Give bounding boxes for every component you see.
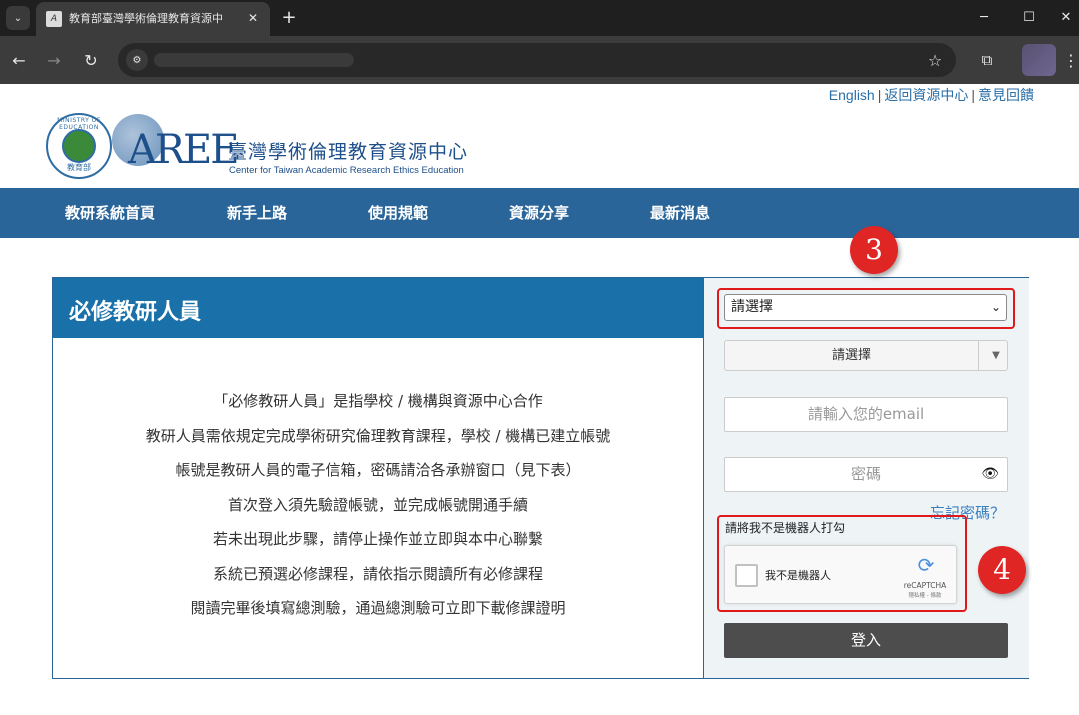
- link-feedback[interactable]: 意見回饋: [978, 87, 1034, 103]
- tab-title: 教育部臺灣學術倫理教育資源中: [69, 12, 223, 25]
- url-text-redacted: [154, 53, 354, 67]
- description-line: 若未出現此步驟，請停止操作並立即與本中心聯繫: [212, 530, 543, 548]
- extensions-icon[interactable]: ⧉: [975, 48, 999, 72]
- link-separator: |: [877, 87, 882, 103]
- annotation-badge-3: 3: [850, 226, 898, 274]
- ministry-seal-logo: MINISTRY OF EDUCATION 教育部: [46, 113, 112, 179]
- description-line: 教研人員需依規定完成學術研究倫理教育課程，學校 / 機構已建立帳號: [145, 426, 611, 445]
- eye-icon[interactable]: 👁: [981, 458, 999, 491]
- login-button[interactable]: 登入: [724, 623, 1008, 658]
- browser-tab[interactable]: A 教育部臺灣學術倫理教育資源中 ✕: [36, 2, 270, 36]
- description-line: 帳號是教研人員的電子信箱，密碼請洽各承辦窗口（見下表）: [175, 461, 581, 479]
- nav-item-resources[interactable]: 資源分享: [509, 188, 569, 238]
- recaptcha-logo-icon: ⟳: [917, 553, 935, 577]
- annotation-badge-4: 4: [978, 546, 1026, 594]
- page: English | 返回資源中心 | 意見回饋 MINISTRY OF EDUCATIO…: [0, 84, 1079, 715]
- aree-logo-text: AREE: [128, 127, 239, 173]
- description-line: 系統已預選必修課程，請依指示閱讀所有必修課程: [212, 564, 543, 583]
- browser-toolbar: ← → ↻ ⚙ ☆ ⧉ ⋮: [0, 36, 1079, 84]
- top-links: English | 返回資源中心 | 意見回饋: [829, 85, 1034, 105]
- bookmark-star-icon[interactable]: ☆: [924, 49, 946, 71]
- link-back-to-center[interactable]: 返回資源中心: [884, 87, 968, 103]
- browser-tab-bar: ⌄ A 教育部臺灣學術倫理教育資源中 ✕ + ─ ☐ ✕: [0, 0, 1079, 36]
- description-line: 「必修教研人員」是指學校 / 機構與資源中心合作: [213, 392, 543, 410]
- tab-list-button[interactable]: ⌄: [6, 6, 30, 30]
- nav-item-getting-started[interactable]: 新手上路: [227, 188, 287, 238]
- main-nav: 教研系統首頁 新手上路 使用規範 資源分享 最新消息: [0, 188, 1079, 238]
- aree-logo[interactable]: AREE: [112, 114, 239, 178]
- description-line: 閱讀完畢後填寫總測驗，通過總測驗可立即下載修課證明: [190, 599, 566, 617]
- recaptcha-prompt: 請將我不是機器人打勾: [725, 521, 846, 535]
- highlight-box-3: [717, 288, 1015, 329]
- maximize-button[interactable]: ☐: [1017, 6, 1041, 28]
- link-english[interactable]: English: [829, 87, 875, 103]
- secondary-select[interactable]: 請選擇 ▼: [724, 340, 1008, 371]
- seal-emblem: [62, 129, 96, 163]
- login-form: 請選擇 ⌄ 請選擇 ▼ 請輸入您的email 密碼 👁 忘記密碼？ 請將我不是機…: [703, 278, 1029, 678]
- site-favicon-icon: A: [46, 11, 62, 27]
- site-subtitle: Center for Taiwan Academic Research Ethi…: [229, 165, 464, 176]
- caret-down-icon: ▼: [992, 350, 1000, 361]
- back-button[interactable]: ←: [7, 48, 31, 72]
- panel-title: 必修教研人員: [69, 300, 202, 325]
- minimize-button[interactable]: ─: [972, 6, 996, 28]
- recaptcha-label: 我不是機器人: [765, 569, 831, 582]
- tab-close-icon[interactable]: ✕: [244, 9, 262, 27]
- new-tab-button[interactable]: +: [278, 6, 300, 28]
- panel-description: 「必修教研人員」是指學校 / 機構與資源中心合作 教研人員需依規定完成學術研究倫…: [53, 384, 703, 626]
- recaptcha-widget: 我不是機器人 ⟳ reCAPTCHA 隱私權 - 條款: [724, 545, 957, 604]
- email-field[interactable]: 請輸入您的email: [724, 397, 1008, 432]
- recaptcha-checkbox[interactable]: [735, 564, 758, 587]
- nav-item-news[interactable]: 最新消息: [650, 188, 710, 238]
- nav-item-usage-rules[interactable]: 使用規範: [368, 188, 428, 238]
- seal-text: 教育部: [67, 163, 91, 172]
- address-bar[interactable]: ⚙ ☆: [118, 43, 956, 77]
- site-info-icon[interactable]: ⚙: [126, 49, 148, 71]
- secondary-select-value: 請選擇: [725, 341, 979, 370]
- login-panel: 必修教研人員 「必修教研人員」是指學校 / 機構與資源中心合作 教研人員需依規定…: [52, 277, 1029, 679]
- description-line: 首次登入須先驗證帳號，並完成帳號開通手續: [227, 495, 528, 514]
- recaptcha-brand: reCAPTCHA: [903, 581, 947, 590]
- password-field[interactable]: 密碼 👁: [724, 457, 1008, 492]
- link-separator: |: [971, 87, 975, 103]
- forward-button[interactable]: →: [42, 48, 66, 72]
- reload-button[interactable]: ↻: [79, 48, 103, 72]
- site-title: 臺灣學術倫理教育資源中心: [228, 141, 469, 163]
- window-close-button[interactable]: ✕: [1054, 6, 1078, 28]
- browser-menu-icon[interactable]: ⋮: [1063, 48, 1079, 72]
- password-placeholder: 密碼: [850, 465, 881, 483]
- panel-header: 必修教研人員: [53, 278, 703, 338]
- nav-item-home[interactable]: 教研系統首頁: [65, 188, 155, 238]
- recaptcha-terms-link[interactable]: 隱私權 - 條款: [897, 591, 953, 599]
- profile-avatar[interactable]: [1022, 44, 1056, 76]
